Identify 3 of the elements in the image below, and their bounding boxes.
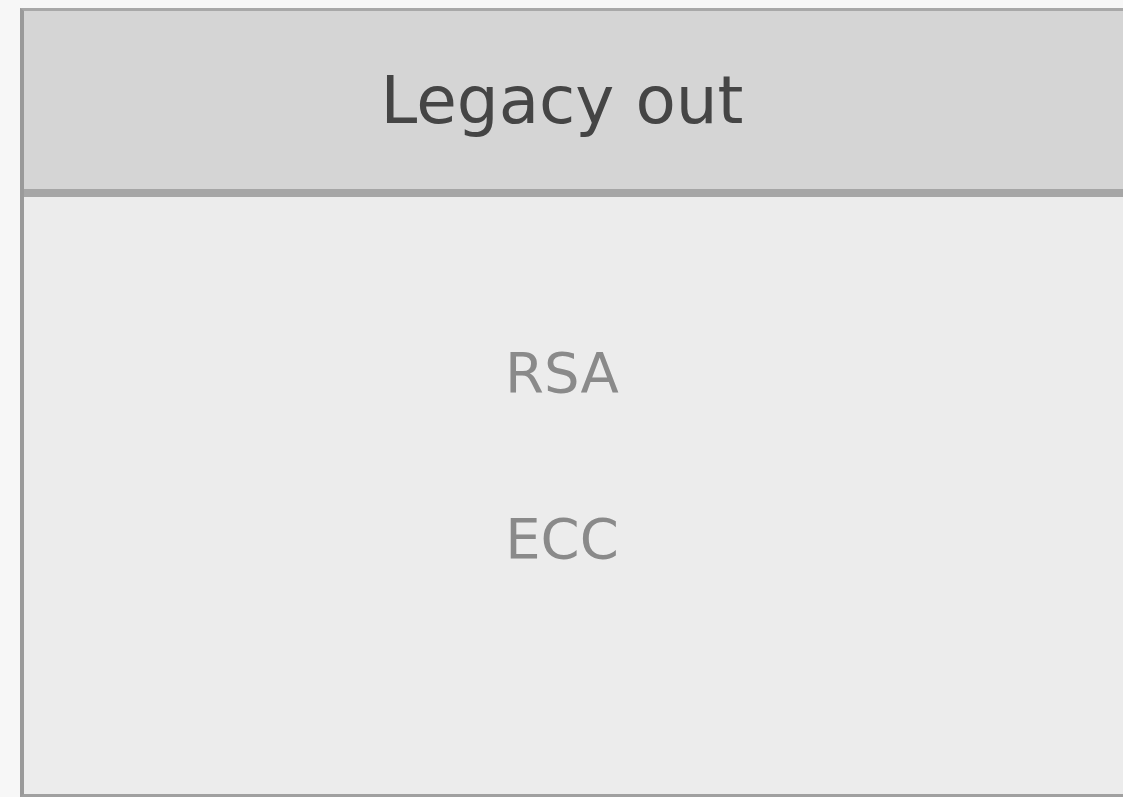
panel-title: Legacy out bbox=[380, 61, 744, 139]
list-item[interactable]: ECC bbox=[505, 511, 619, 567]
list-item[interactable]: RSA bbox=[505, 345, 619, 401]
